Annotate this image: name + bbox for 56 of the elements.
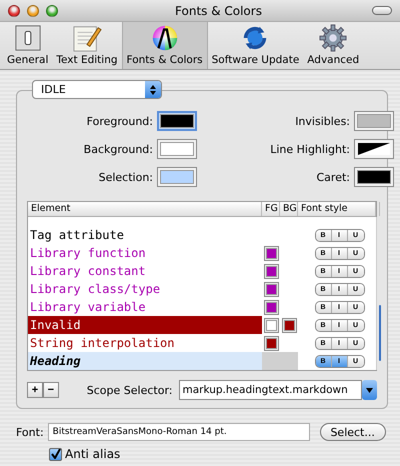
theme-popup[interactable]: IDLE	[32, 80, 162, 99]
color-well[interactable]	[157, 139, 197, 159]
element-name[interactable]: Library constant	[28, 262, 262, 280]
foreground-swatch[interactable]	[264, 282, 278, 296]
column-header[interactable]: BG	[280, 202, 298, 216]
minimize-button[interactable]	[27, 4, 39, 16]
font-field[interactable]: BitstreamVeraSansMono-Roman 14 pt.	[48, 423, 310, 441]
element-name[interactable]: Library function	[28, 244, 262, 262]
anti-alias-checkbox[interactable]	[49, 448, 62, 460]
background-swatch[interactable]	[282, 318, 296, 332]
window-title: Fonts & Colors	[174, 4, 263, 18]
foreground-swatch[interactable]	[264, 318, 278, 332]
row-button[interactable]: −	[42, 382, 59, 398]
dropdown-arrow-icon	[366, 388, 374, 392]
foreground-swatch[interactable]	[264, 336, 278, 350]
color-well[interactable]	[354, 111, 394, 131]
close-button[interactable]	[8, 4, 20, 16]
toolbar-tab[interactable]: Fonts & Colors	[122, 22, 208, 69]
column-header[interactable]: Element	[28, 202, 262, 216]
anti-alias-label: Anti alias	[65, 447, 120, 461]
color-well[interactable]	[354, 167, 394, 187]
checkmark-icon	[50, 449, 60, 459]
color-label: Selection:	[98, 170, 154, 184]
select-button[interactable]: Select...	[320, 423, 386, 441]
color-well[interactable]	[157, 167, 197, 187]
gear-icon	[318, 24, 348, 52]
color-label: Line Highlight:	[269, 142, 351, 156]
element-name[interactable]: Invalid	[28, 316, 262, 334]
toolbar-tab[interactable]: Software Update	[208, 22, 304, 69]
element-name[interactable]: Tag attribute	[28, 226, 262, 244]
color-label: Foreground:	[86, 114, 154, 128]
color-well[interactable]	[157, 111, 197, 131]
foreground-swatch[interactable]	[264, 300, 278, 314]
updown-arrows-icon	[150, 84, 156, 94]
element-name[interactable]: Heading	[28, 352, 262, 370]
scope-field[interactable]: markup.headingtext.markdown	[178, 380, 362, 400]
zoom-button[interactable]	[46, 4, 58, 16]
column-header[interactable]: Font style	[298, 202, 376, 216]
column-header[interactable]: FG	[262, 202, 280, 216]
toolbar-tab[interactable]: Text Editing	[52, 22, 122, 69]
row-button[interactable]: +	[27, 382, 43, 398]
foreground-swatch[interactable]	[264, 246, 278, 260]
toolbar-tab[interactable]: Advanced	[303, 22, 364, 69]
color-label: Invisibles:	[294, 114, 351, 128]
element-name[interactable]: Library class/type	[28, 280, 262, 298]
scope-label: Scope Selector:	[86, 384, 172, 396]
color-label: Background:	[82, 142, 154, 156]
foreground-swatch[interactable]	[264, 264, 278, 278]
element-name[interactable]: String interpolation	[28, 334, 262, 352]
font-label: Font:	[16, 426, 44, 438]
color-label: Caret:	[316, 170, 351, 184]
color-well[interactable]	[354, 139, 394, 159]
switch-icon	[12, 24, 43, 52]
toolbar-toggle-button[interactable]	[372, 6, 392, 15]
toolbar-tab[interactable]: General	[3, 22, 52, 69]
element-name[interactable]: Library variable	[28, 298, 262, 316]
